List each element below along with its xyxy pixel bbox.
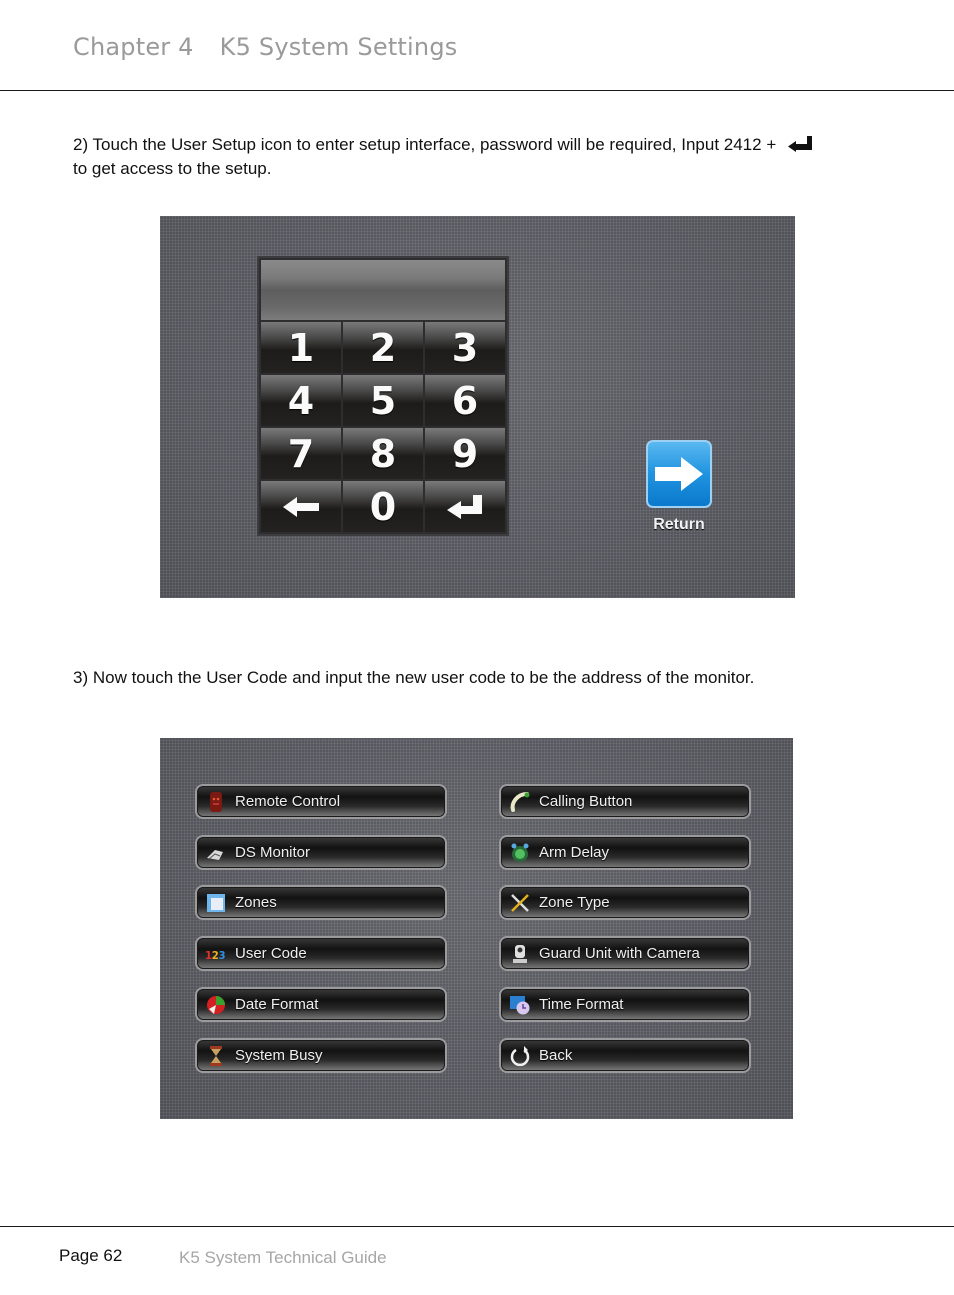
- key-enter[interactable]: [425, 481, 505, 532]
- menu-button-user-code[interactable]: 1 2 3 User Code: [195, 936, 447, 971]
- return-label: Return: [653, 516, 705, 533]
- menu-button-system-busy[interactable]: System Busy: [195, 1038, 447, 1073]
- key-4[interactable]: 4: [261, 375, 341, 426]
- chapter-number: Chapter 4: [73, 33, 194, 61]
- menu-button-label: Remote Control: [235, 793, 341, 810]
- hourglass-icon: [205, 1045, 227, 1067]
- menu-button-guard-unit-with-camera[interactable]: Guard Unit with Camera: [499, 936, 751, 971]
- phone-handset-icon: [509, 791, 531, 813]
- key-2[interactable]: 2: [343, 322, 423, 373]
- numbers-123-icon: 123: [205, 943, 227, 965]
- date-ball-icon: [205, 994, 227, 1016]
- password-display[interactable]: [261, 260, 505, 320]
- monitor-icon: [205, 842, 227, 864]
- menu-button-date-format[interactable]: Date Format: [195, 987, 447, 1022]
- step-3-paragraph: 3) Now touch the User Code and input the…: [73, 668, 755, 687]
- menu-button-remote-control[interactable]: Remote Control: [195, 784, 447, 819]
- menu-button-label: DS Monitor: [235, 844, 311, 861]
- menu-button-label: Guard Unit with Camera: [539, 945, 700, 962]
- key-9[interactable]: 9: [425, 428, 505, 479]
- alarm-clock-icon: [509, 842, 531, 864]
- menu-button-zone-type[interactable]: Zone Type: [499, 885, 751, 920]
- step-2-text: 2) Touch the User Setup icon to enter se…: [73, 135, 777, 154]
- step-2-text-continued: to get access to the setup.: [73, 159, 272, 178]
- chapter-title: K5 System Settings: [219, 33, 458, 61]
- key-backspace[interactable]: [261, 481, 341, 532]
- chapter-header: Chapter 4 K5 System Settings: [73, 33, 457, 61]
- enter-icon: [787, 136, 812, 152]
- header-divider: [0, 90, 954, 91]
- menu-button-back[interactable]: Back: [499, 1038, 751, 1073]
- remote-control-icon: [205, 791, 227, 813]
- key-0[interactable]: 0: [343, 481, 423, 532]
- menu-button-label: Zone Type: [539, 894, 610, 911]
- password-keypad-screen: 123 456 7890 Return: [160, 216, 795, 598]
- key-1[interactable]: 1: [261, 322, 341, 373]
- keypad: 123 456 7890: [257, 256, 509, 536]
- menu-button-label: Zones: [235, 894, 277, 911]
- window-icon: [205, 892, 227, 914]
- key-5[interactable]: 5: [343, 375, 423, 426]
- back-arrow-icon: [509, 1045, 531, 1067]
- key-6[interactable]: 6: [425, 375, 505, 426]
- key-3[interactable]: 3: [425, 322, 505, 373]
- menu-button-label: System Busy: [235, 1047, 323, 1064]
- menu-button-zones[interactable]: Zones: [195, 885, 447, 920]
- return-button[interactable]: Return: [644, 440, 714, 534]
- page-number: Page 62: [59, 1246, 123, 1265]
- footer-divider: [0, 1226, 954, 1227]
- guard-unit-icon: [509, 943, 531, 965]
- keypad-keys: 123 456 7890: [261, 322, 505, 532]
- step-2-paragraph: 2) Touch the User Setup icon to enter se…: [73, 133, 903, 181]
- menu-button-ds-monitor[interactable]: DS Monitor: [195, 835, 447, 870]
- svg-text:3: 3: [219, 951, 226, 962]
- menu-button-label: Back: [539, 1047, 573, 1064]
- key-8[interactable]: 8: [343, 428, 423, 479]
- clock-calendar-icon: [509, 994, 531, 1016]
- key-7[interactable]: 7: [261, 428, 341, 479]
- left-arrow-icon: [281, 494, 321, 520]
- right-arrow-icon: [646, 440, 712, 508]
- enter-icon: [445, 494, 485, 520]
- menu-button-label: Calling Button: [539, 793, 633, 810]
- menu-button-arm-delay[interactable]: Arm Delay: [499, 835, 751, 870]
- menu-button-label: User Code: [235, 945, 307, 962]
- settings-menu-screen: Remote Control DS Monitor Zones 1 2 3 User Cod…: [160, 738, 793, 1119]
- menu-button-calling-button[interactable]: Calling Button: [499, 784, 751, 819]
- menu-button-label: Time Format: [539, 996, 624, 1013]
- menu-button-time-format[interactable]: Time Format: [499, 987, 751, 1022]
- tools-icon: [509, 892, 531, 914]
- menu-button-label: Date Format: [235, 996, 319, 1013]
- guide-title: K5 System Technical Guide: [179, 1248, 387, 1267]
- menu-button-label: Arm Delay: [539, 844, 610, 861]
